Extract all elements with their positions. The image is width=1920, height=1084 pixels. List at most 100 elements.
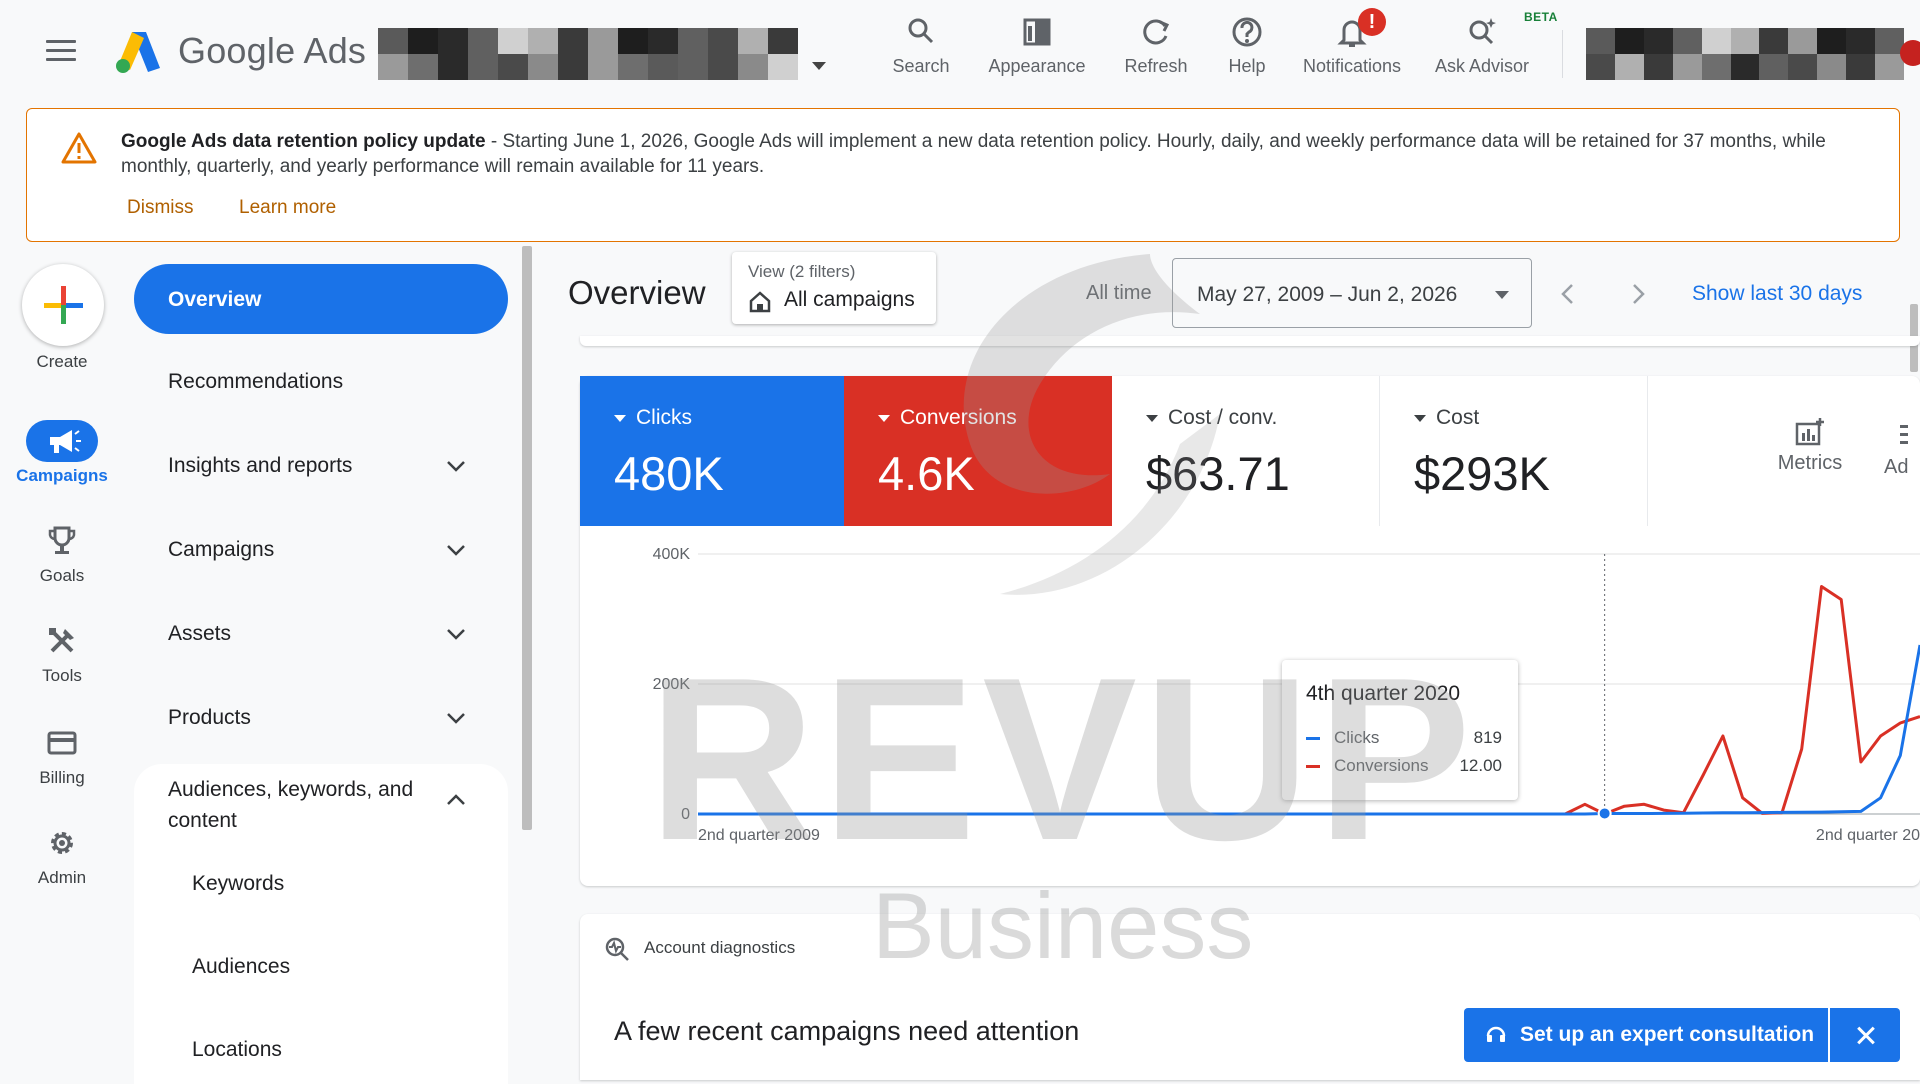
- tooltip-swatch-conversions: [1306, 765, 1320, 769]
- metric-conversions[interactable]: Conversions 4.6K: [844, 376, 1112, 526]
- hover-point: [1597, 806, 1612, 821]
- chevron-up-icon[interactable]: [446, 794, 466, 806]
- campaigns-rail-label: Campaigns: [16, 466, 108, 485]
- top-bar: Google Ads Search Appearance Refresh Hel…: [0, 0, 1920, 104]
- nav-scrollbar[interactable]: [522, 246, 532, 830]
- diagnostics-title: Account diagnostics: [644, 938, 796, 957]
- refresh-button[interactable]: Refresh: [1118, 14, 1194, 77]
- y-tick-label: 200K: [653, 676, 691, 693]
- metrics-icon: [1795, 418, 1824, 446]
- tooltip-row-clicks: Clicks 819: [1306, 728, 1502, 748]
- metric-cost-per-conversion-value: $63.71: [1146, 447, 1290, 500]
- ask-advisor-button[interactable]: Ask Advisor BETA: [1428, 10, 1557, 77]
- nav-campaigns[interactable]: Campaigns: [168, 538, 274, 562]
- view-filter-label: View (2 filters): [748, 262, 856, 281]
- nav-recommendations[interactable]: Recommendations: [168, 370, 343, 394]
- account-dropdown-icon[interactable]: [812, 62, 826, 70]
- tooltip-swatch-clicks: [1306, 737, 1320, 741]
- range-label: All time: [1086, 282, 1152, 304]
- y-tick-label: 400K: [653, 546, 691, 563]
- next-period-icon[interactable]: [1628, 282, 1648, 306]
- page-title: Overview: [568, 274, 706, 311]
- metrics-button[interactable]: Metrics: [1772, 416, 1848, 475]
- google-ads-logo: [116, 32, 160, 73]
- x-tick-label-end: 2nd quarter 20: [1816, 827, 1920, 844]
- chevron-down-icon[interactable]: [446, 628, 466, 640]
- search-icon: [903, 14, 939, 50]
- help-button[interactable]: Help: [1222, 14, 1272, 77]
- header-divider: [1562, 30, 1563, 78]
- tools-icon: [49, 628, 74, 653]
- headset-icon: [1486, 1026, 1506, 1042]
- show-last-30-days-link[interactable]: Show last 30 days: [1692, 282, 1862, 306]
- view-filter-chip[interactable]: View (2 filters) All campaigns: [732, 252, 936, 324]
- metric-clicks-value: 480K: [614, 447, 724, 500]
- adjust-button[interactable]: Ad: [1884, 456, 1908, 479]
- nav-assets[interactable]: Assets: [168, 622, 231, 646]
- trophy-icon: [48, 526, 76, 554]
- search-button[interactable]: Search: [886, 14, 956, 77]
- help-icon: [1229, 14, 1265, 50]
- notifications-button[interactable]: ! Notifications: [1294, 8, 1410, 77]
- user-account-redacted[interactable]: [1586, 28, 1904, 80]
- refresh-icon: [1138, 14, 1174, 50]
- diagnostics-headline: A few recent campaigns need attention: [614, 1016, 1080, 1046]
- x-tick-label-start: 2nd quarter 2009: [698, 827, 820, 844]
- tools-rail-button[interactable]: Tools: [0, 624, 124, 686]
- billing-rail-button[interactable]: Billing: [0, 726, 124, 788]
- performance-chart[interactable]: 400K 200K 0 2nd quarter 2009 2nd quarter 20: [580, 526, 1920, 886]
- metric-clicks[interactable]: Clicks 480K: [580, 376, 844, 526]
- notifications-icon: !: [1334, 8, 1386, 50]
- appearance-icon: [1019, 14, 1055, 50]
- banner-message: Google Ads data retention policy update …: [121, 129, 1861, 179]
- account-name-redacted[interactable]: [378, 28, 798, 80]
- gear-icon: [51, 832, 73, 854]
- learn-more-link[interactable]: Learn more: [239, 197, 336, 219]
- create-label: Create: [36, 352, 88, 371]
- home-icon: [749, 291, 771, 313]
- date-dropdown-icon: [1495, 291, 1509, 299]
- brand-title: Google Ads: [178, 30, 367, 71]
- plus-icon: [44, 286, 83, 324]
- metric-cost-per-conversion[interactable]: Cost / conv. $63.71: [1112, 376, 1380, 526]
- policy-banner: Google Ads data retention policy update …: [26, 108, 1900, 242]
- warning-icon: [61, 132, 97, 164]
- nav-audiences-keywords-content[interactable]: Audiences, keywords, and content: [168, 774, 448, 836]
- nav-overview[interactable]: Overview: [134, 264, 508, 334]
- nav-audiences[interactable]: Audiences: [192, 955, 290, 979]
- goals-rail-button[interactable]: Goals: [0, 524, 124, 586]
- notification-badge: !: [1358, 8, 1386, 36]
- banner-title: Google Ads data retention policy update: [121, 131, 486, 152]
- tooltip-title: 4th quarter 2020: [1306, 682, 1461, 705]
- create-button[interactable]: [22, 264, 104, 346]
- beta-tag: BETA: [1524, 10, 1558, 24]
- chevron-down-icon[interactable]: [446, 712, 466, 724]
- expert-consultation-button[interactable]: Set up an expert consultation: [1464, 1008, 1828, 1062]
- tooltip-row-conversions: Conversions 12.00: [1306, 756, 1502, 776]
- admin-rail-button[interactable]: Admin: [0, 826, 124, 888]
- metric-cost-value: $293K: [1414, 447, 1550, 500]
- previous-period-icon[interactable]: [1558, 282, 1578, 306]
- nav-locations[interactable]: Locations: [192, 1038, 282, 1062]
- collapsed-card: [580, 336, 1920, 346]
- campaigns-rail-button[interactable]: [26, 420, 98, 462]
- metric-cost[interactable]: Cost $293K: [1380, 376, 1648, 526]
- chart-tooltip: 4th quarter 2020 Clicks 819 Conversions …: [1282, 660, 1518, 800]
- adjust-icon: [1900, 425, 1908, 444]
- nav-products[interactable]: Products: [168, 706, 251, 730]
- chevron-down-icon[interactable]: [446, 460, 466, 472]
- menu-icon[interactable]: [46, 40, 76, 64]
- credit-card-icon: [47, 731, 77, 755]
- nav-keywords[interactable]: Keywords: [192, 872, 284, 896]
- nav-insights-and-reports[interactable]: Insights and reports: [168, 454, 352, 478]
- dismiss-button[interactable]: Dismiss: [127, 197, 194, 219]
- close-icon[interactable]: [1830, 1008, 1900, 1062]
- megaphone-icon: [50, 430, 81, 453]
- y-tick-label: 0: [681, 806, 690, 823]
- chevron-down-icon[interactable]: [446, 544, 466, 556]
- ask-advisor-icon: [1464, 14, 1500, 50]
- avatar[interactable]: [1900, 40, 1920, 66]
- metric-conversions-value: 4.6K: [878, 447, 975, 500]
- appearance-button[interactable]: Appearance: [982, 14, 1092, 77]
- date-range-picker[interactable]: May 27, 2009 – Jun 2, 2026: [1172, 258, 1532, 328]
